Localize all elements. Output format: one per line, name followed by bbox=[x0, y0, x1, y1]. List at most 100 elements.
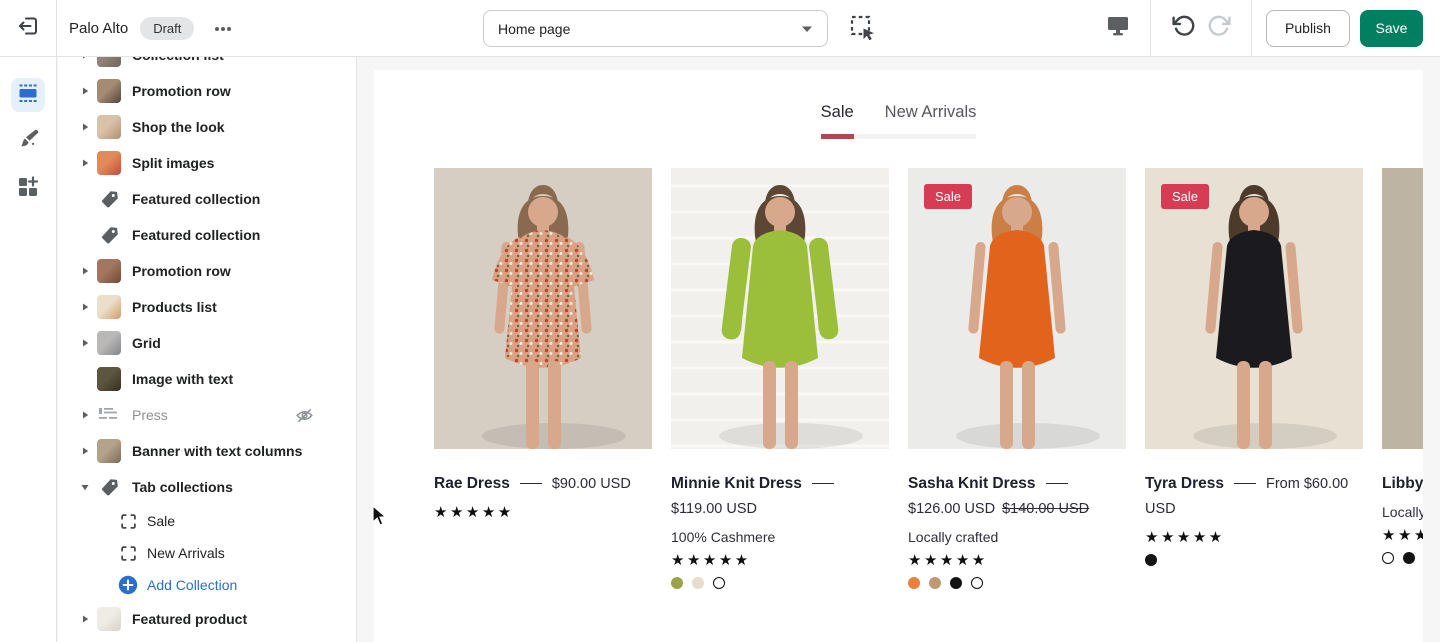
color-swatch[interactable] bbox=[971, 577, 983, 589]
desktop-monitor-icon bbox=[1106, 15, 1130, 42]
kebab-icon bbox=[214, 19, 232, 37]
rail-item-theme-settings[interactable] bbox=[11, 125, 45, 159]
add-collection-button[interactable]: Add Collection bbox=[58, 569, 356, 601]
theme-name: Palo Alto bbox=[69, 20, 128, 37]
sidebar-block-new-arrivals[interactable]: New Arrivals bbox=[58, 537, 356, 569]
sale-badge: Sale bbox=[1161, 184, 1209, 209]
color-swatch[interactable] bbox=[1145, 554, 1157, 566]
product-image[interactable]: Sale bbox=[908, 168, 1126, 449]
tab-underline-track bbox=[821, 134, 977, 139]
title-price-divider bbox=[812, 483, 834, 484]
caret-right-icon[interactable] bbox=[78, 86, 92, 96]
section-thumbnail bbox=[97, 331, 121, 355]
product-price: $119.00 USD bbox=[671, 501, 757, 517]
product-title[interactable]: Tyra Dress bbox=[1145, 475, 1224, 492]
page-selector-dropdown[interactable]: Home page bbox=[483, 10, 828, 47]
product-image[interactable]: Sale bbox=[1145, 168, 1363, 449]
caret-right-icon[interactable] bbox=[78, 57, 92, 60]
sidebar-item-split-images[interactable]: Split images bbox=[58, 145, 356, 181]
product-card-tyra-dress: Sale Tyra DressFrom $60.00 USD★★★★★ bbox=[1145, 168, 1363, 589]
color-swatch[interactable] bbox=[1382, 552, 1394, 564]
sidebar-block-label: Add Collection bbox=[147, 577, 237, 593]
product-image[interactable] bbox=[671, 168, 889, 449]
section-thumbnail bbox=[97, 79, 121, 103]
sidebar-item-featured-product[interactable]: Featured product bbox=[58, 601, 356, 637]
rail-item-apps[interactable] bbox=[11, 172, 45, 206]
sidebar-item-featured-collection[interactable]: Featured collection bbox=[58, 181, 356, 217]
sidebar-item-press[interactable]: Press bbox=[58, 397, 356, 433]
color-swatch[interactable] bbox=[692, 577, 704, 589]
color-swatch[interactable] bbox=[671, 577, 683, 589]
select-section-tool-button[interactable] bbox=[849, 14, 877, 47]
apps-icon bbox=[16, 175, 40, 204]
section-thumbnail bbox=[97, 607, 121, 631]
toolbar-divider bbox=[1150, 0, 1151, 56]
section-thumbnail bbox=[97, 295, 121, 319]
section-thumbnail bbox=[97, 57, 121, 67]
tab-underline-active bbox=[821, 134, 854, 139]
sidebar-item-tab-collections[interactable]: Tab collections bbox=[58, 469, 356, 505]
sidebar-item-image-with-text[interactable]: Image with text bbox=[58, 361, 356, 397]
product-title[interactable]: Rae Dress bbox=[434, 475, 510, 492]
caret-right-icon[interactable] bbox=[78, 158, 92, 168]
sidebar-item-label: Promotion row bbox=[132, 83, 231, 99]
color-swatches bbox=[908, 577, 1126, 589]
sidebar-item-label: Banner with text columns bbox=[132, 443, 302, 459]
sidebar-item-promotion-row[interactable]: Promotion row bbox=[58, 73, 356, 109]
exit-editor-button[interactable] bbox=[0, 0, 57, 56]
hidden-eye-icon[interactable] bbox=[295, 406, 344, 425]
sidebar-item-featured-collection[interactable]: Featured collection bbox=[58, 217, 356, 253]
sections-icon bbox=[14, 79, 42, 112]
sidebar-item-shop-the-look[interactable]: Shop the look bbox=[58, 109, 356, 145]
caret-down-icon[interactable] bbox=[78, 482, 92, 492]
color-swatch[interactable] bbox=[929, 577, 941, 589]
sidebar-item-promotion-row[interactable]: Promotion row bbox=[58, 253, 356, 289]
product-title[interactable]: Minnie Knit Dress bbox=[671, 475, 802, 492]
caret-right-icon[interactable] bbox=[78, 446, 92, 456]
product-title[interactable]: Sasha Knit Dress bbox=[908, 475, 1036, 492]
color-swatch[interactable] bbox=[950, 577, 962, 589]
caret-right-icon[interactable] bbox=[78, 614, 92, 624]
preview-tab-sale[interactable]: Sale bbox=[821, 103, 854, 122]
device-preview-button[interactable] bbox=[1100, 10, 1136, 46]
tag-icon bbox=[97, 187, 121, 211]
redo-button[interactable] bbox=[1201, 10, 1237, 46]
caret-right-icon[interactable] bbox=[78, 338, 92, 348]
sidebar-item-label: Image with text bbox=[132, 371, 233, 387]
rail-item-sections[interactable] bbox=[11, 78, 45, 112]
color-swatch[interactable] bbox=[908, 577, 920, 589]
title-price-divider bbox=[1234, 483, 1256, 484]
more-actions-button[interactable] bbox=[210, 15, 236, 41]
product-rating-stars: ★★★★★ bbox=[434, 503, 652, 521]
caret-right-icon[interactable] bbox=[78, 122, 92, 132]
color-swatch[interactable] bbox=[1403, 552, 1415, 564]
sidebar-item-label: Promotion row bbox=[132, 263, 231, 279]
theme-settings-icon bbox=[16, 127, 41, 157]
sidebar-item-collection-list[interactable]: Collection list bbox=[58, 57, 356, 73]
product-rating-stars: ★★★★★ bbox=[1382, 526, 1423, 544]
editor-icon-rail bbox=[0, 57, 57, 642]
product-title[interactable]: Libby bbox=[1382, 475, 1423, 492]
product-image[interactable] bbox=[434, 168, 652, 449]
product-image[interactable] bbox=[1382, 168, 1423, 449]
caret-right-icon[interactable] bbox=[78, 410, 92, 420]
product-info: Rae Dress$90.00 USD★★★★★ bbox=[434, 472, 652, 521]
caret-right-icon[interactable] bbox=[78, 266, 92, 276]
sidebar-item-banner-with-text-columns[interactable]: Banner with text columns bbox=[58, 433, 356, 469]
sidebar-item-grid[interactable]: Grid bbox=[58, 325, 356, 361]
preview-tab-new-arrivals[interactable]: New Arrivals bbox=[885, 103, 977, 122]
color-swatch[interactable] bbox=[713, 577, 725, 589]
section-thumbnail bbox=[97, 259, 121, 283]
undo-button[interactable] bbox=[1165, 10, 1201, 46]
caret-right-icon[interactable] bbox=[78, 302, 92, 312]
plus-circle-icon bbox=[118, 575, 138, 595]
product-info: Tyra DressFrom $60.00 USD★★★★★ bbox=[1145, 472, 1363, 566]
save-button[interactable]: Save bbox=[1360, 10, 1423, 47]
publish-button[interactable]: Publish bbox=[1266, 10, 1350, 47]
block-frame-icon bbox=[118, 546, 138, 561]
product-card-rae-dress: Rae Dress$90.00 USD★★★★★ bbox=[434, 168, 652, 589]
color-swatches bbox=[1382, 552, 1423, 564]
exit-icon bbox=[16, 14, 40, 43]
sidebar-item-products-list[interactable]: Products list bbox=[58, 289, 356, 325]
sidebar-block-sale[interactable]: Sale bbox=[58, 505, 356, 537]
